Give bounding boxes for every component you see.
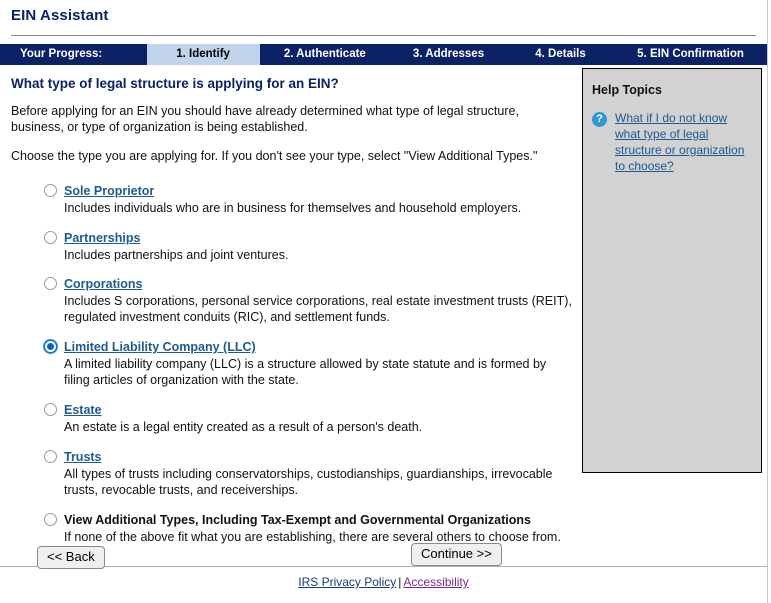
- radio-trusts[interactable]: [44, 449, 57, 463]
- option-corporations[interactable]: Corporations Includes S corporations, pe…: [0, 275, 578, 326]
- ein-assistant-page: EIN Assistant Your Progress: 1. Identify…: [0, 0, 771, 603]
- option-limited-liability-company[interactable]: Limited Liability Company (LLC) A limite…: [0, 338, 578, 389]
- progress-label: Your Progress:: [20, 47, 103, 60]
- option-view-additional-types[interactable]: View Additional Types, Including Tax-Exe…: [0, 511, 578, 546]
- help-topic-item[interactable]: ? What if I do not know what type of leg…: [592, 111, 751, 175]
- option-desc-sole-proprietor: Includes individuals who are in business…: [64, 200, 522, 215]
- option-partnerships[interactable]: Partnerships Includes partnerships and j…: [0, 229, 578, 264]
- legal-structure-options: Sole Proprietor Includes individuals who…: [0, 182, 578, 546]
- back-button[interactable]: << Back: [37, 546, 105, 570]
- radio-view-additional-types[interactable]: [44, 512, 57, 526]
- option-label-corporations[interactable]: Corporations: [64, 277, 142, 292]
- header-divider: [11, 35, 756, 36]
- option-sole-proprietor[interactable]: Sole Proprietor Includes individuals who…: [0, 182, 578, 217]
- intro-paragraph-2: Choose the type you are applying for. If…: [11, 148, 538, 163]
- irs-privacy-policy-link[interactable]: IRS Privacy Policy: [298, 575, 396, 589]
- option-estate[interactable]: Estate An estate is a legal entity creat…: [0, 401, 578, 436]
- option-desc-corporations: Includes S corporations, personal servic…: [64, 294, 572, 325]
- footer-divider: [0, 566, 767, 567]
- option-desc-limited-liability-company: A limited liability company (LLC) is a s…: [64, 357, 547, 387]
- option-label-trusts[interactable]: Trusts: [64, 450, 102, 465]
- intro-paragraph-1: Before applying for an EIN you should ha…: [11, 104, 519, 134]
- option-label-view-additional-types: View Additional Types, Including Tax-Exe…: [64, 512, 531, 527]
- option-desc-partnerships: Includes partnerships and joint ventures…: [64, 247, 289, 262]
- option-desc-trusts: All types of trusts including conservato…: [64, 466, 553, 497]
- radio-estate[interactable]: [44, 402, 57, 416]
- option-label-limited-liability-company[interactable]: Limited Liability Company (LLC): [64, 340, 256, 355]
- question-heading: What type of legal structure is applying…: [11, 76, 339, 91]
- main-content: What type of legal structure is applying…: [0, 65, 578, 557]
- radio-partnerships[interactable]: [44, 230, 57, 244]
- option-label-partnerships[interactable]: Partnerships: [64, 231, 140, 246]
- progress-step-identify[interactable]: 1. Identify: [146, 44, 260, 65]
- option-trusts[interactable]: Trusts All types of trusts including con…: [0, 448, 578, 499]
- progress-step-addresses[interactable]: 3. Addresses: [390, 44, 507, 65]
- help-topics-panel: Help Topics ? What if I do not know what…: [582, 68, 762, 473]
- progress-step-authenticate[interactable]: 2. Authenticate: [260, 44, 391, 65]
- accessibility-link[interactable]: Accessibility: [403, 575, 468, 589]
- question-mark-icon: ?: [592, 112, 607, 127]
- progress-bar: Your Progress: 1. Identify 2. Authentica…: [0, 44, 767, 65]
- page-title: EIN Assistant: [11, 7, 109, 24]
- progress-step-ein-confirmation[interactable]: 5. EIN Confirmation: [614, 44, 767, 65]
- option-desc-estate: An estate is a legal entity created as a…: [64, 419, 423, 434]
- page-scrollbar[interactable]: [767, 0, 771, 603]
- footer-links: IRS Privacy Policy | Accessibility: [0, 575, 767, 589]
- radio-corporations[interactable]: [44, 277, 57, 291]
- app-header: EIN Assistant: [0, 0, 767, 42]
- progress-step-details[interactable]: 4. Details: [507, 44, 614, 65]
- help-topics-title: Help Topics: [592, 83, 662, 97]
- radio-limited-liability-company[interactable]: [44, 340, 57, 354]
- radio-sole-proprietor[interactable]: [44, 183, 57, 197]
- help-topic-link[interactable]: What if I do not know what type of legal…: [615, 111, 751, 175]
- option-label-sole-proprietor[interactable]: Sole Proprietor: [64, 184, 154, 199]
- continue-button[interactable]: Continue >>: [411, 543, 502, 567]
- option-label-estate[interactable]: Estate: [64, 403, 102, 418]
